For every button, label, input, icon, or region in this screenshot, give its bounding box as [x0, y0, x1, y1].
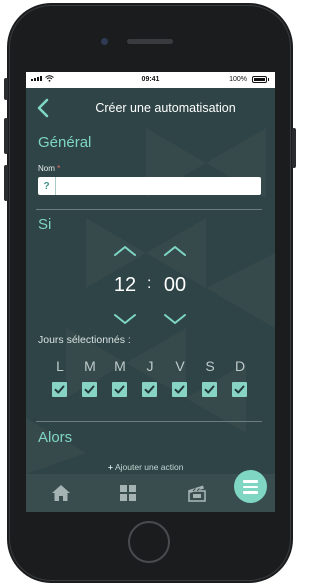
- help-icon[interactable]: ?: [38, 177, 56, 195]
- checkbox-tuesday[interactable]: [82, 382, 97, 397]
- checkbox-thursday[interactable]: [142, 382, 157, 397]
- checkbox-monday[interactable]: [52, 382, 67, 397]
- menu-fab-button[interactable]: [234, 470, 267, 503]
- time-separator: :: [147, 275, 152, 292]
- battery-icon: [252, 76, 269, 83]
- hours-up-chevron-icon[interactable]: [113, 245, 137, 257]
- add-action-label: Ajouter une action: [114, 462, 184, 472]
- day-letter-sunday: D: [234, 358, 246, 374]
- front-camera: [101, 38, 108, 45]
- home-icon[interactable]: [51, 484, 71, 502]
- checkbox-sunday[interactable]: [232, 382, 247, 397]
- name-input[interactable]: [56, 178, 261, 194]
- volume-up-button: [4, 118, 8, 154]
- checkbox-friday[interactable]: [172, 382, 187, 397]
- minutes-value[interactable]: 00: [155, 274, 195, 297]
- day-letter-thursday: J: [146, 358, 154, 374]
- day-letter-tuesday: M: [84, 358, 96, 374]
- day-letter-monday: L: [56, 358, 64, 374]
- minutes-down-chevron-icon[interactable]: [163, 313, 187, 325]
- checkbox-wednesday[interactable]: [112, 382, 127, 397]
- home-button[interactable]: [128, 521, 170, 563]
- minutes-up-chevron-icon[interactable]: [163, 245, 187, 257]
- hours-value[interactable]: 12: [105, 274, 145, 297]
- section-title-general: Général: [38, 134, 92, 151]
- page-title: Créer une automatisation: [95, 101, 236, 115]
- section-title-si: Si: [38, 216, 52, 233]
- day-letter-saturday: S: [205, 358, 215, 374]
- status-bar: 09:41 100%: [26, 72, 275, 88]
- app-screen: 09:41 100% Créer une automatisation Géné…: [26, 72, 275, 512]
- header: Créer une automatisation: [26, 88, 275, 128]
- back-chevron-icon[interactable]: [35, 98, 51, 118]
- hours-down-chevron-icon[interactable]: [113, 313, 137, 325]
- grid-icon[interactable]: [118, 484, 138, 502]
- section-title-alors: Alors: [38, 429, 73, 446]
- battery-percentage: 100%: [229, 76, 247, 83]
- name-field-label: Nom *: [38, 164, 60, 173]
- add-action-button[interactable]: + Ajouter une action: [108, 462, 184, 472]
- mute-switch: [4, 78, 8, 100]
- divider-si: [36, 421, 262, 422]
- name-field[interactable]: ?: [38, 177, 261, 195]
- earpiece-speaker: [127, 39, 173, 44]
- plus-icon: +: [108, 462, 113, 472]
- day-letter-wednesday: M: [114, 358, 126, 374]
- clapperboard-icon[interactable]: [187, 484, 207, 502]
- name-label-text: Nom: [38, 164, 55, 173]
- days-label: Jours sélectionnés :: [38, 334, 131, 346]
- day-letter-friday: V: [175, 358, 185, 374]
- required-mark: *: [57, 164, 61, 173]
- divider-general: [36, 209, 262, 210]
- checkbox-saturday[interactable]: [202, 382, 217, 397]
- power-button: [292, 128, 296, 168]
- volume-down-button: [4, 165, 8, 201]
